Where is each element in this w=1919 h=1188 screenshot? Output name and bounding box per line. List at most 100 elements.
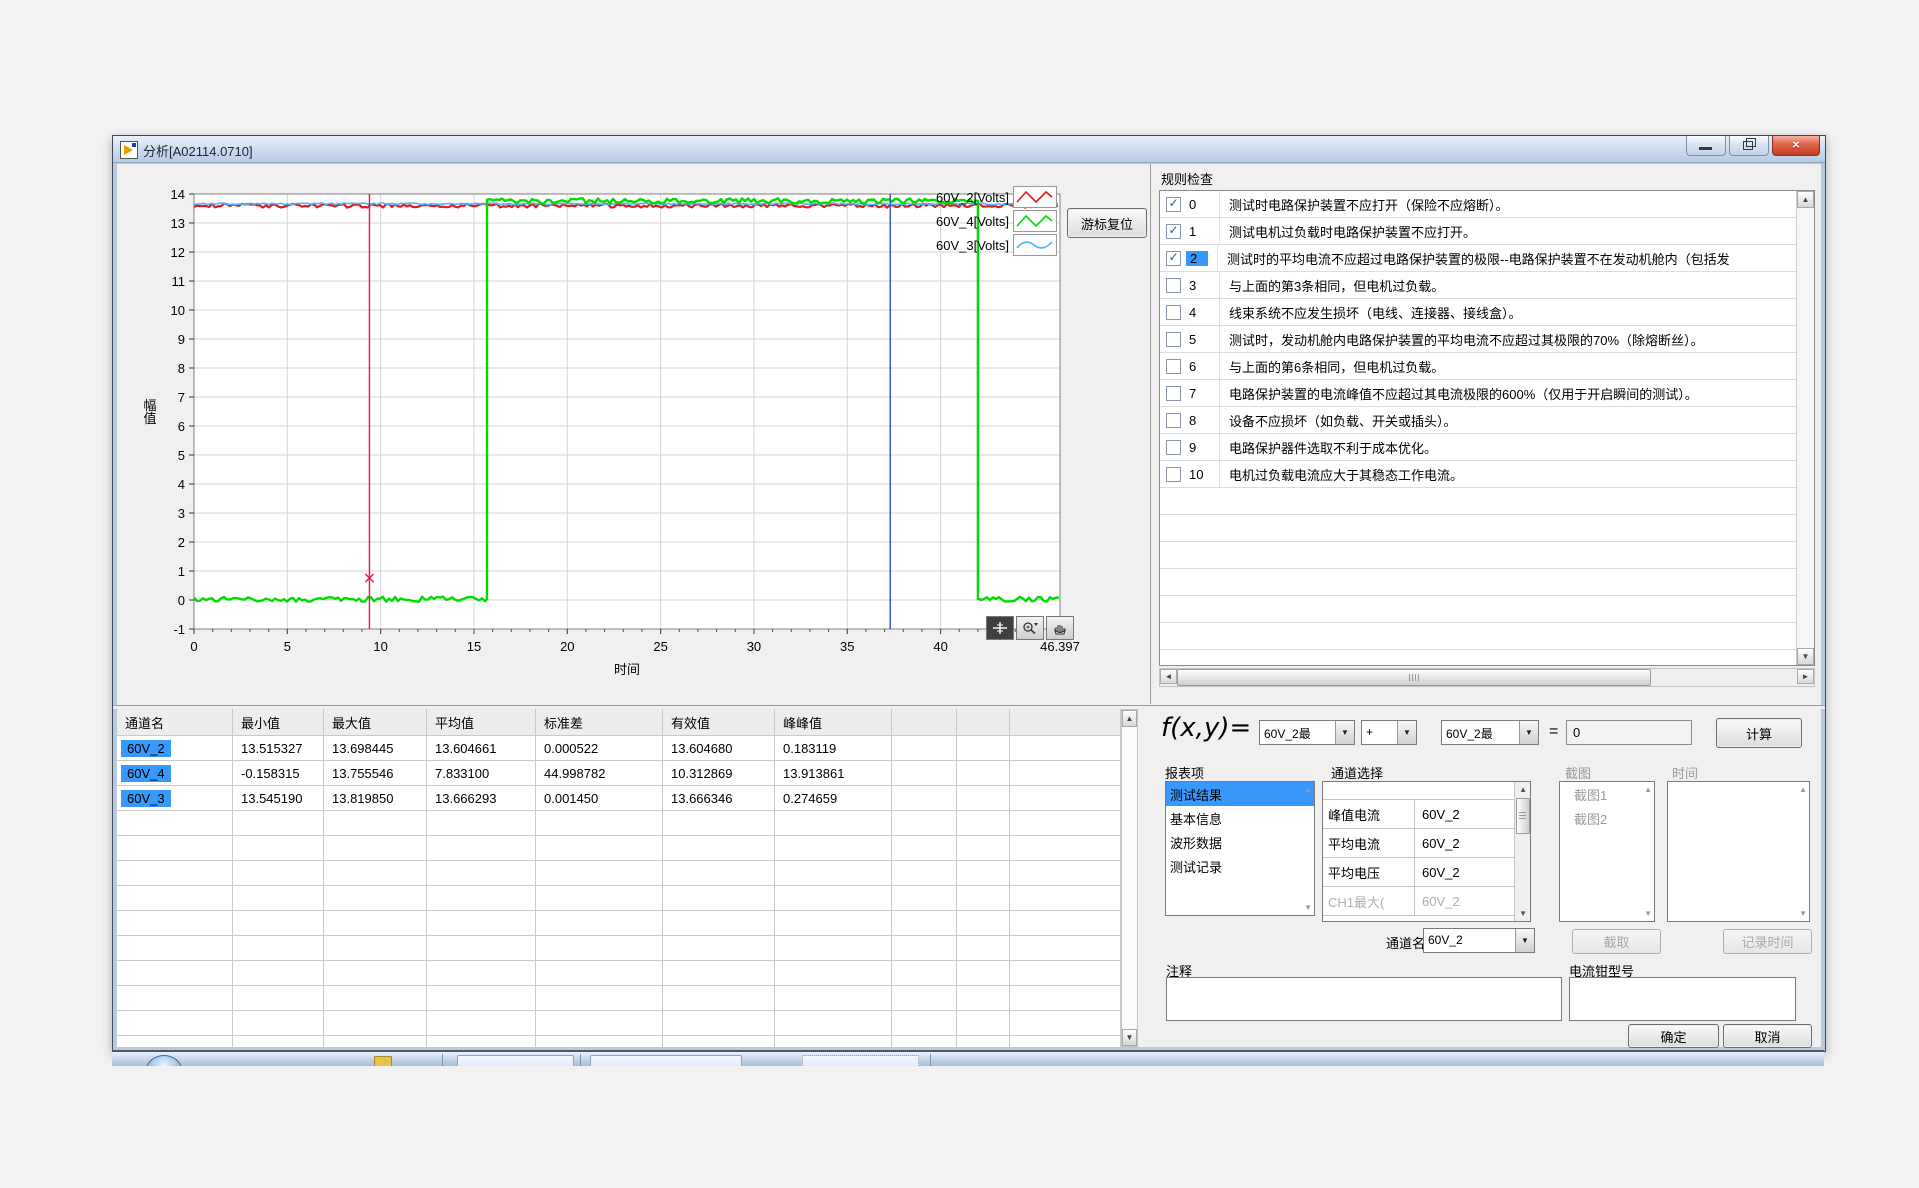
rule-row[interactable] bbox=[1160, 650, 1797, 666]
rule-number[interactable]: 3 bbox=[1186, 278, 1219, 293]
column-header[interactable] bbox=[1010, 709, 1121, 736]
vertical-splitter[interactable] bbox=[1150, 164, 1154, 704]
column-header[interactable]: 标准差 bbox=[536, 709, 663, 736]
checkbox-icon[interactable] bbox=[1166, 413, 1181, 428]
column-header[interactable] bbox=[892, 709, 957, 736]
horizontal-splitter[interactable] bbox=[113, 705, 1825, 709]
rule-row[interactable]: 6与上面的第6条相同，但电机过负载。 bbox=[1160, 353, 1797, 380]
statistics-table[interactable]: 通道名最小值最大值平均值标准差有效值峰峰值60V_213.51532713.69… bbox=[117, 709, 1122, 1047]
column-header[interactable]: 有效值 bbox=[663, 709, 775, 736]
table-row[interactable]: 60V_313.54519013.81985013.6662930.001450… bbox=[117, 786, 1121, 811]
rule-number[interactable]: 8 bbox=[1186, 413, 1219, 428]
snapshot-item[interactable]: 截图2 bbox=[1560, 806, 1654, 830]
scroll-up-icon[interactable]: ▲ bbox=[1519, 785, 1527, 794]
record-time-button[interactable]: 记录时间 bbox=[1723, 929, 1812, 954]
table-row[interactable] bbox=[117, 936, 1121, 961]
scroll-down-icon[interactable]: ▼ bbox=[1644, 909, 1652, 918]
rule-row[interactable]: 8设备不应损坏（如负载、开关或插头）。 bbox=[1160, 407, 1797, 434]
channel-value[interactable]: 60V_2 bbox=[1415, 894, 1515, 909]
report-item[interactable]: 波形数据 bbox=[1166, 830, 1314, 854]
calculate-button[interactable]: 计算 bbox=[1716, 718, 1802, 748]
rule-number[interactable]: 4 bbox=[1186, 305, 1219, 320]
ok-button[interactable]: 确定 bbox=[1628, 1024, 1719, 1048]
rule-row[interactable]: ✓0测试时电路保护装置不应打开（保险不应熔断）。 bbox=[1160, 191, 1797, 218]
taskbar-window-button[interactable] bbox=[457, 1055, 574, 1066]
cursor-reset-button[interactable]: 游标复位 bbox=[1067, 208, 1147, 238]
chevron-down-icon[interactable]: ▼ bbox=[1335, 721, 1354, 744]
legend-line-sample-icon[interactable] bbox=[1013, 210, 1057, 232]
table-row[interactable]: 60V_213.51532713.69844513.6046610.000522… bbox=[117, 736, 1121, 761]
channel-value[interactable]: 60V_2 bbox=[1415, 836, 1515, 851]
scroll-up-icon[interactable]: ▲ bbox=[1644, 785, 1652, 794]
channel-value[interactable]: 60V_2 bbox=[1415, 865, 1515, 880]
rule-number[interactable]: 9 bbox=[1186, 440, 1219, 455]
scroll-thumb[interactable] bbox=[1516, 798, 1530, 834]
close-button[interactable]: × bbox=[1772, 136, 1820, 156]
folder-icon[interactable] bbox=[374, 1056, 392, 1066]
current-clamp-model-field[interactable] bbox=[1569, 977, 1796, 1021]
scroll-up-icon[interactable]: ▲ bbox=[1304, 785, 1312, 794]
rules-hscroll-thumb[interactable] bbox=[1177, 669, 1651, 686]
channel-select-row[interactable]: 平均电流60V_2 bbox=[1323, 829, 1515, 858]
rule-row[interactable]: 4线束系统不应发生损坏（电线、连接器、接线盒）。 bbox=[1160, 299, 1797, 326]
channel-name-chip[interactable]: 60V_3 bbox=[121, 790, 171, 807]
table-vertical-scrollbar[interactable]: ▲ ▼ bbox=[1121, 709, 1138, 1047]
operator-dropdown[interactable]: + ▼ bbox=[1361, 720, 1417, 745]
table-row[interactable] bbox=[117, 1011, 1121, 1036]
report-item[interactable]: 测试记录 bbox=[1166, 854, 1314, 878]
rule-row[interactable]: 10电机过负载电流应大于其稳态工作电流。 bbox=[1160, 461, 1797, 488]
column-header[interactable]: 峰峰值 bbox=[775, 709, 892, 736]
snapshot-item[interactable]: 截图1 bbox=[1560, 782, 1654, 806]
checkbox-icon[interactable] bbox=[1166, 278, 1181, 293]
table-row[interactable] bbox=[117, 886, 1121, 911]
report-item[interactable]: 测试结果 bbox=[1166, 782, 1314, 806]
rule-row[interactable]: 9电路保护器件选取不利于成本优化。 bbox=[1160, 434, 1797, 461]
legend-item-60v4[interactable]: 60V_4[Volts] bbox=[901, 211, 1057, 231]
rule-number[interactable]: 1 bbox=[1186, 224, 1219, 239]
titlebar[interactable]: 分析[A02114.0710] × bbox=[113, 136, 1825, 163]
table-row[interactable]: 60V_4-0.15831513.7555467.83310044.998782… bbox=[117, 761, 1121, 786]
rules-horizontal-scrollbar[interactable]: ◄ ► bbox=[1159, 668, 1815, 687]
checkbox-checked-icon[interactable]: ✓ bbox=[1166, 251, 1181, 266]
checkbox-checked-icon[interactable]: ✓ bbox=[1166, 224, 1181, 239]
formula-result-field[interactable]: 0 bbox=[1566, 720, 1692, 745]
scroll-left-icon[interactable]: ◄ bbox=[1160, 669, 1177, 684]
channel-name-dropdown[interactable]: 60V_2 ▼ bbox=[1423, 928, 1535, 953]
rule-row[interactable] bbox=[1160, 596, 1797, 623]
table-row[interactable] bbox=[117, 811, 1121, 836]
legend-item-60v3[interactable]: 60V_3[Volts] bbox=[901, 235, 1057, 255]
rule-number[interactable]: 6 bbox=[1186, 359, 1219, 374]
taskbar[interactable] bbox=[112, 1050, 1824, 1066]
cancel-button[interactable]: 取消 bbox=[1723, 1024, 1812, 1048]
scroll-down-icon[interactable]: ▼ bbox=[1797, 648, 1814, 665]
channel-select-row[interactable]: 平均电压60V_2 bbox=[1323, 858, 1515, 887]
channel-select-row[interactable]: 峰值电流60V_2 bbox=[1323, 800, 1515, 829]
rule-row[interactable]: 3与上面的第3条相同，但电机过负载。 bbox=[1160, 272, 1797, 299]
table-row[interactable] bbox=[117, 986, 1121, 1011]
channel-select-table[interactable]: 峰值电流60V_2平均电流60V_2平均电压60V_2CH1最大(60V_2 ▲… bbox=[1322, 781, 1531, 922]
snapshot-list[interactable]: ▲ ▼ 截图1截图2 bbox=[1559, 781, 1655, 922]
rule-row[interactable] bbox=[1160, 515, 1797, 542]
checkbox-checked-icon[interactable]: ✓ bbox=[1166, 197, 1181, 212]
scroll-up-icon[interactable]: ▲ bbox=[1797, 191, 1814, 208]
table-row[interactable] bbox=[117, 1036, 1121, 1047]
rule-number[interactable]: 2 bbox=[1186, 251, 1208, 266]
checkbox-icon[interactable] bbox=[1166, 467, 1181, 482]
legend-line-sample-icon[interactable] bbox=[1013, 234, 1057, 256]
column-header[interactable] bbox=[957, 709, 1010, 736]
rule-row[interactable] bbox=[1160, 542, 1797, 569]
channel-name-chip[interactable]: 60V_2 bbox=[121, 740, 171, 757]
report-items-list[interactable]: ▲ ▼ 测试结果基本信息波形数据测试记录 bbox=[1165, 781, 1315, 916]
checkbox-icon[interactable] bbox=[1166, 440, 1181, 455]
rule-number[interactable]: 0 bbox=[1186, 197, 1219, 212]
legend-line-sample-icon[interactable] bbox=[1013, 186, 1057, 208]
rule-number[interactable]: 10 bbox=[1186, 467, 1219, 482]
time-list[interactable]: ▲ ▼ bbox=[1667, 781, 1810, 922]
rule-row[interactable]: ✓2测试时的平均电流不应超过电路保护装置的极限--电路保护装置不在发动机舱内（包… bbox=[1160, 245, 1797, 272]
scroll-down-icon[interactable]: ▼ bbox=[1304, 903, 1312, 912]
taskbar-window-button[interactable] bbox=[590, 1055, 742, 1066]
scroll-up-icon[interactable]: ▲ bbox=[1799, 785, 1807, 794]
taskbar-window-button[interactable] bbox=[802, 1055, 919, 1066]
channel-value[interactable]: 60V_2 bbox=[1415, 807, 1515, 822]
chevron-down-icon[interactable]: ▼ bbox=[1397, 721, 1416, 744]
